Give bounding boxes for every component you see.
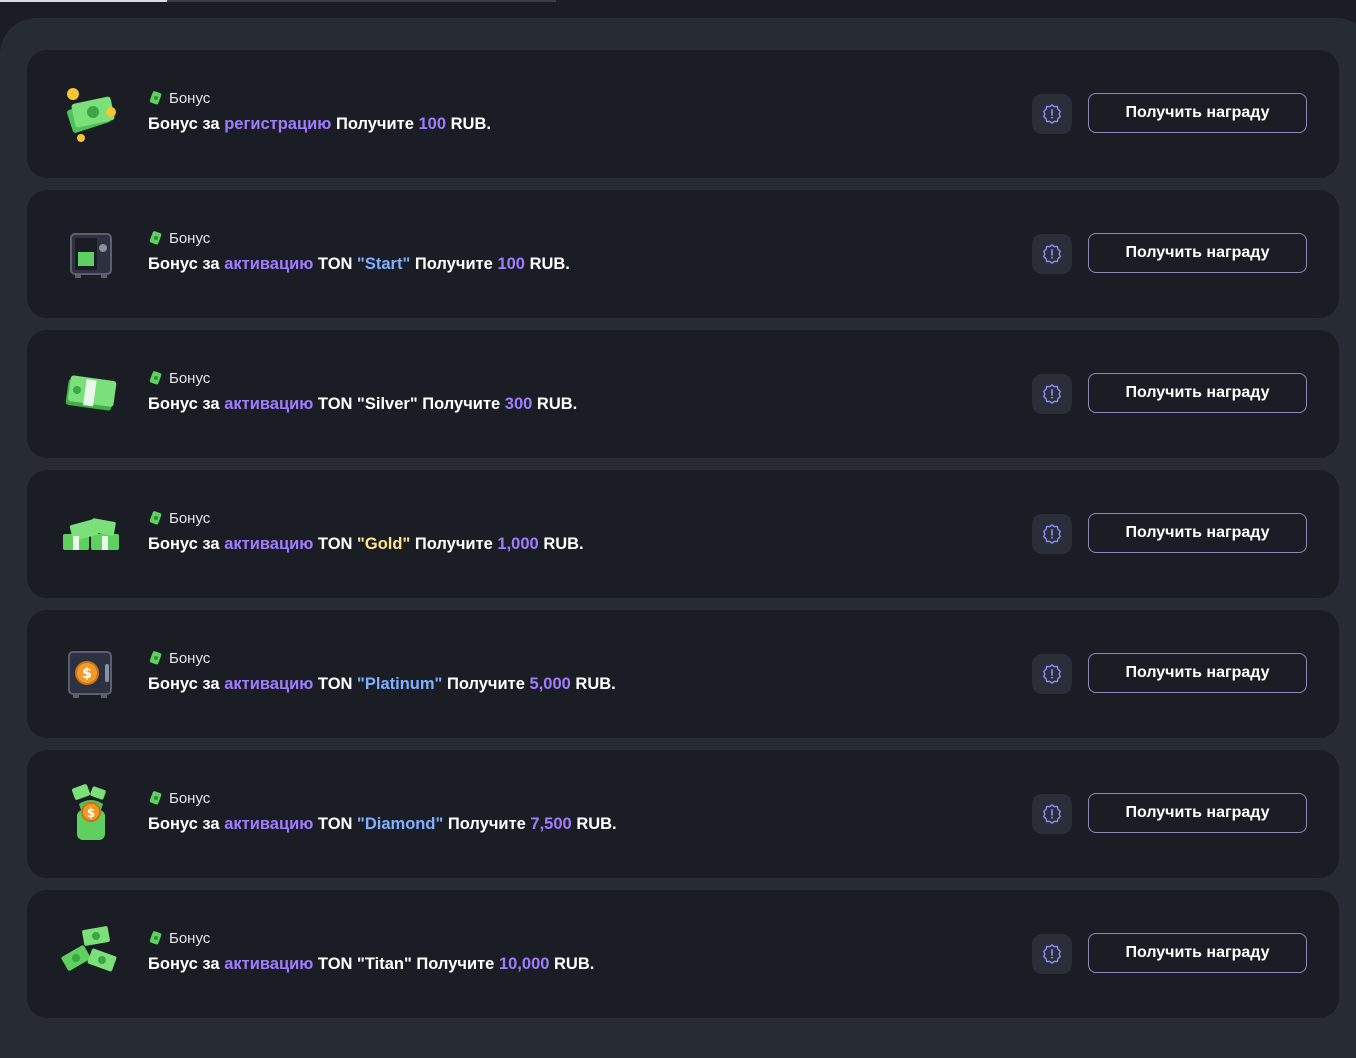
cash-tag-icon xyxy=(148,930,164,946)
bonus-title: Бонус за активацию TON "Start" Получите … xyxy=(148,255,570,273)
bonus-tag-label: Бонус xyxy=(169,929,211,947)
claim-reward-button[interactable]: Получить награду xyxy=(1088,233,1307,273)
info-badge-icon xyxy=(1043,524,1061,544)
safe-open-icon xyxy=(61,224,121,284)
bonus-tag-label: Бонус xyxy=(169,89,211,107)
info-button[interactable] xyxy=(1032,934,1072,974)
bonus-card-1: Бонус Бонус за регистрацию Получите 100 … xyxy=(27,50,1339,178)
bonus-tag-label: Бонус xyxy=(169,789,211,807)
bonus-tag-label: Бонус xyxy=(169,649,211,667)
info-badge-icon xyxy=(1043,104,1061,124)
bonus-title: Бонус за активацию TON "Titan" Получите … xyxy=(148,955,595,973)
cash-bundle-icon xyxy=(61,364,121,424)
cash-piles-icon xyxy=(61,504,121,564)
info-button[interactable] xyxy=(1032,794,1072,834)
bonus-title: Бонус за активацию TON "Diamond" Получит… xyxy=(148,815,617,833)
bonus-title: Бонус за активацию TON "Silver" Получите… xyxy=(148,395,578,413)
bonus-title: Бонус за активацию TON "Platinum" Получи… xyxy=(148,675,616,693)
bonus-tag-label: Бонус xyxy=(169,369,211,387)
claim-reward-button[interactable]: Получить награду xyxy=(1088,513,1307,553)
bonus-tag: Бонус xyxy=(148,788,617,808)
money-bag-cash-icon: $ xyxy=(61,784,121,844)
bonus-card-7: Бонус Бонус за активацию TON "Titan" Пол… xyxy=(27,890,1339,1018)
bonus-card-2: Бонус Бонус за активацию TON "Start" Пол… xyxy=(27,190,1339,318)
bonus-list: Бонус Бонус за регистрацию Получите 100 … xyxy=(27,50,1339,1030)
top-progress-fill xyxy=(0,0,167,2)
top-progress-bar xyxy=(0,0,556,2)
svg-text:$: $ xyxy=(82,666,92,682)
info-badge-icon xyxy=(1043,804,1061,824)
bonus-tag: Бонус xyxy=(148,228,570,248)
info-badge-icon xyxy=(1043,664,1061,684)
info-button[interactable] xyxy=(1032,234,1072,274)
bonus-tag-label: Бонус xyxy=(169,229,211,247)
bonus-tag: Бонус xyxy=(148,508,584,528)
info-button[interactable] xyxy=(1032,654,1072,694)
cash-tag-icon xyxy=(148,790,164,806)
bonus-title: Бонус за активацию TON "Gold" Получите 1… xyxy=(148,535,584,553)
info-button[interactable] xyxy=(1032,94,1072,134)
info-badge-icon xyxy=(1043,244,1061,264)
info-button[interactable] xyxy=(1032,374,1072,414)
cash-tag-icon xyxy=(148,650,164,666)
cash-stack-coins-icon xyxy=(61,84,121,144)
flying-cash-icon xyxy=(61,924,121,984)
bonus-tag: Бонус xyxy=(148,88,491,108)
claim-reward-button[interactable]: Получить награду xyxy=(1088,793,1307,833)
bonus-card-3: Бонус Бонус за активацию TON "Silver" По… xyxy=(27,330,1339,458)
bonus-card-5: $ Бонус Бонус за активацию TON "Platinum… xyxy=(27,610,1339,738)
claim-reward-button[interactable]: Получить награду xyxy=(1088,653,1307,693)
top-bar xyxy=(0,0,1356,18)
claim-reward-button[interactable]: Получить награду xyxy=(1088,373,1307,413)
cash-tag-icon xyxy=(148,90,164,106)
cash-tag-icon xyxy=(148,230,164,246)
bonus-title: Бонус за регистрацию Получите 100 RUB. xyxy=(148,115,491,133)
bonus-tag-label: Бонус xyxy=(169,509,211,527)
claim-reward-button[interactable]: Получить награду xyxy=(1088,93,1307,133)
info-badge-icon xyxy=(1043,384,1061,404)
bonus-card-4: Бонус Бонус за активацию TON "Gold" Полу… xyxy=(27,470,1339,598)
cash-tag-icon xyxy=(148,510,164,526)
bonus-tag: Бонус xyxy=(148,648,616,668)
cash-tag-icon xyxy=(148,370,164,386)
claim-reward-button[interactable]: Получить награду xyxy=(1088,933,1307,973)
svg-text:$: $ xyxy=(87,806,95,820)
bonus-tag: Бонус xyxy=(148,368,577,388)
info-badge-icon xyxy=(1043,944,1061,964)
bonus-tag: Бонус xyxy=(148,928,594,948)
info-button[interactable] xyxy=(1032,514,1072,554)
bonus-card-6: $ Бонус Бонус за активацию TON "Diamond"… xyxy=(27,750,1339,878)
safe-dollar-icon: $ xyxy=(61,644,121,704)
